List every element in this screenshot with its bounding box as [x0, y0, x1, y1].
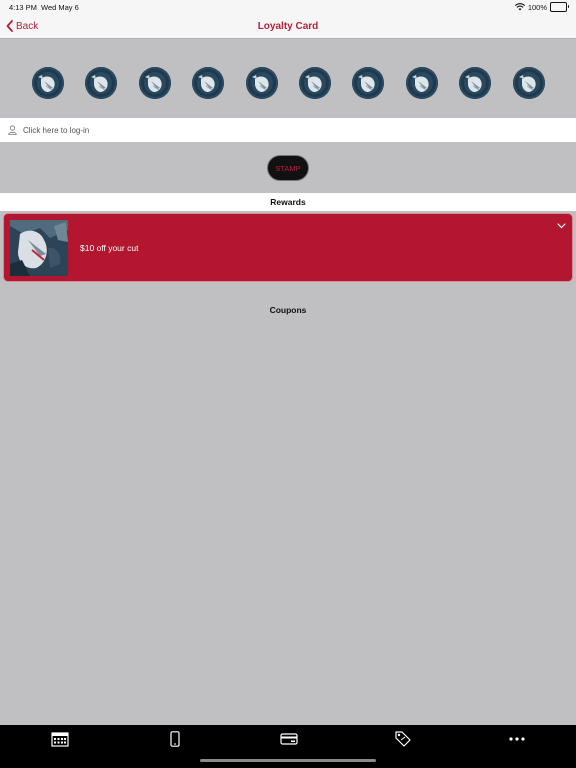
- user-icon: [8, 125, 17, 135]
- loyalty-card-screen: 4:13 PM Wed May 6 100% Back Loyalty Card: [0, 0, 576, 768]
- status-date: Wed May 6: [41, 3, 79, 12]
- logo-stamp-icon: [138, 67, 171, 99]
- battery-percent: 100%: [527, 2, 547, 12]
- logo-stamp-icon: [459, 67, 492, 99]
- home-indicator: [200, 759, 376, 762]
- login-row[interactable]: Click here to log-in: [0, 118, 576, 142]
- stamps-row: [0, 39, 576, 118]
- calendar-icon: [51, 732, 69, 747]
- reward-label: $10 off your cut: [80, 243, 139, 253]
- battery-icon: [550, 2, 569, 12]
- rewards-header: Rewards: [0, 193, 576, 211]
- login-label: Click here to log-in: [23, 125, 90, 135]
- logo-stamp-icon: [352, 67, 385, 99]
- logo-stamp-icon: [299, 67, 331, 99]
- phone-icon: [170, 731, 180, 747]
- page-title: Loyalty Card: [257, 21, 319, 32]
- wifi-icon: [514, 3, 525, 11]
- reward-card[interactable]: $10 off your cut: [3, 213, 573, 282]
- tab-tag[interactable]: [391, 729, 415, 749]
- tab-card[interactable]: [277, 729, 301, 749]
- tab-phone[interactable]: [163, 729, 187, 749]
- reward-image: [10, 220, 68, 276]
- status-bar: 4:13 PM Wed May 6 100%: [0, 0, 576, 14]
- tab-calendar[interactable]: [48, 729, 72, 749]
- more-icon: [509, 737, 525, 741]
- stamp-button[interactable]: STAMP: [267, 155, 309, 181]
- chevron-down-icon[interactable]: [557, 223, 566, 229]
- card-icon: [280, 733, 298, 745]
- status-time: 4:13 PM: [9, 3, 37, 12]
- tab-more[interactable]: [505, 729, 529, 749]
- coupons-header: Coupons: [269, 305, 307, 315]
- status-right: 100%: [514, 2, 569, 12]
- logo-stamp-icon: [192, 67, 225, 99]
- logo-stamp-icon: [32, 67, 64, 99]
- logo-stamp-icon: [245, 67, 278, 99]
- tag-icon: [395, 731, 411, 747]
- navigation-bar: Back Loyalty Card: [0, 14, 576, 39]
- logo-stamp-icon: [85, 67, 118, 99]
- logo-stamp-icon: [512, 67, 545, 99]
- logo-stamp-icon: [405, 67, 438, 99]
